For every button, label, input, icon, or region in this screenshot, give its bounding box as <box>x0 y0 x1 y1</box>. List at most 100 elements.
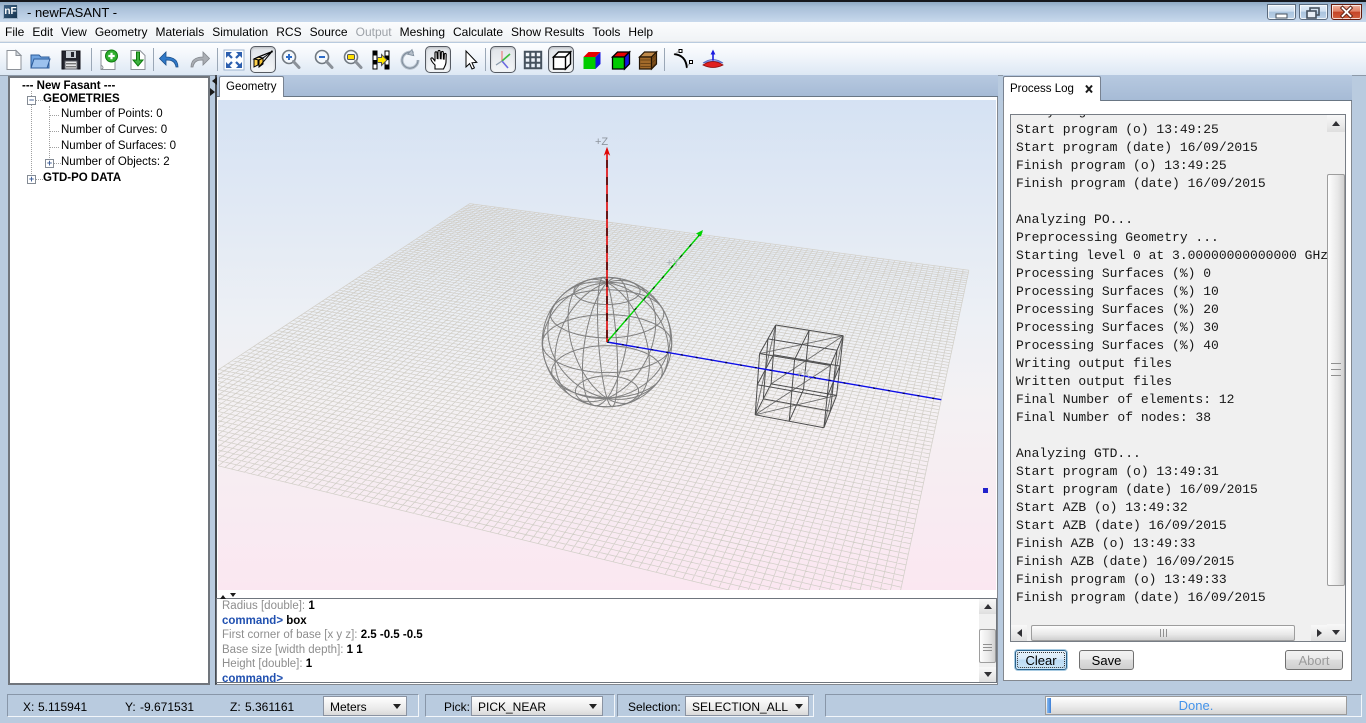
pan-button[interactable] <box>425 46 451 73</box>
tree-item[interactable]: GEOMETRIES <box>43 93 120 105</box>
menu-item-output[interactable]: Output <box>352 23 396 41</box>
console-value: 1 <box>306 658 312 670</box>
log-hscrollbar-thumb[interactable] <box>1031 625 1295 641</box>
tree-expander-expand[interactable]: + <box>27 175 36 184</box>
tree-expander-collapse[interactable]: − <box>27 96 36 105</box>
textured-cube-icon <box>635 48 659 72</box>
menu-item-geometry[interactable]: Geometry <box>91 23 152 41</box>
surface-normal-button[interactable] <box>700 46 726 73</box>
fit-view-button[interactable] <box>221 46 247 73</box>
perspective-view-icon <box>251 48 275 72</box>
menu-item-edit[interactable]: Edit <box>28 23 57 41</box>
minimize-icon <box>1268 5 1295 19</box>
redo-button[interactable] <box>186 46 212 73</box>
new-document-button[interactable] <box>1 46 27 73</box>
axes-button[interactable] <box>490 46 516 73</box>
window-title: - newFASANT - <box>27 5 117 20</box>
console-prompt-label: Base size [width depth]: <box>222 644 347 656</box>
restore-button[interactable] <box>1299 4 1328 20</box>
undo-button[interactable] <box>157 46 183 73</box>
scrollbar-arrow-up-icon <box>1332 121 1340 126</box>
perspective-view-button[interactable] <box>250 46 276 73</box>
command-console[interactable]: Radius [double]: 1command> boxFirst corn… <box>216 598 997 683</box>
zoom-out-icon <box>312 48 336 72</box>
console-scrollbar-thumb[interactable] <box>979 629 996 663</box>
log-scroll-right-button[interactable] <box>1311 625 1327 641</box>
menu-item-materials[interactable]: Materials <box>152 23 209 41</box>
abort-button[interactable]: Abort <box>1285 650 1343 670</box>
console-scroll-up-button[interactable] <box>979 599 996 614</box>
curve-button[interactable] <box>669 46 695 73</box>
redo-icon <box>187 48 211 72</box>
units-combobox[interactable]: Meters <box>323 696 407 716</box>
console-prompt-label: Height [double]: <box>222 658 306 670</box>
grid-icon <box>521 48 545 72</box>
menu-item-show-results[interactable]: Show Results <box>507 23 588 41</box>
toolbar-separator <box>664 48 665 71</box>
axis-label-z: +Z <box>595 136 608 148</box>
tree-item[interactable]: GTD-PO DATA <box>43 172 121 184</box>
console-splitter-up-icon[interactable] <box>220 592 226 599</box>
tree-expander-expand[interactable]: + <box>45 159 54 168</box>
tab-process-log[interactable]: Process Log <box>1003 76 1101 101</box>
log-vscrollbar-thumb[interactable] <box>1327 174 1345 586</box>
log-scroll-left-button[interactable] <box>1011 625 1027 641</box>
add-geometry-button[interactable] <box>95 46 121 73</box>
menu-item-file[interactable]: File <box>1 23 28 41</box>
zoom-in-button[interactable] <box>278 46 304 73</box>
wireframe-cube-button[interactable] <box>548 46 574 73</box>
project-tree-panel: --- New Fasant --- −GEOMETRIESNumber of … <box>8 76 210 685</box>
tab-close-icon[interactable] <box>1084 84 1094 94</box>
zoom-window-button[interactable] <box>340 46 366 73</box>
console-scroll-down-button[interactable] <box>979 667 996 682</box>
shaded-cube-button[interactable] <box>578 46 604 73</box>
process-log-output[interactable]: Analyzing Currents... Start program (o) … <box>1010 114 1346 642</box>
minimize-button[interactable] <box>1267 4 1296 20</box>
menu-item-help[interactable]: Help <box>624 23 657 41</box>
splitter-expand-right-icon[interactable] <box>210 88 219 96</box>
shaded-cube-icon <box>579 48 603 72</box>
splitter-collapse-left-icon[interactable] <box>208 77 217 85</box>
scrollbar-arrow-up-icon <box>984 604 992 609</box>
toolbar-separator <box>153 48 154 71</box>
tree-item[interactable]: Number of Objects: 2 <box>61 156 170 168</box>
open-project-button[interactable] <box>27 46 53 73</box>
scrollbar-arrow-left-icon <box>1017 629 1022 637</box>
shaded-edges-cube-button[interactable] <box>607 46 633 73</box>
title-bar: nF - newFASANT - <box>0 0 1366 22</box>
import-geometry-button[interactable] <box>125 46 151 73</box>
save-button[interactable] <box>58 46 84 73</box>
menu-item-rcs[interactable]: RCS <box>272 23 305 41</box>
menu-item-source[interactable]: Source <box>306 23 352 41</box>
tab-process-log-label: Process Log <box>1010 83 1074 95</box>
menu-item-calculate[interactable]: Calculate <box>449 23 507 41</box>
menu-item-simulation[interactable]: Simulation <box>208 23 272 41</box>
pick-combobox[interactable]: PICK_NEAR <box>471 696 603 716</box>
fit-selection-button[interactable] <box>368 46 394 73</box>
menu-item-meshing[interactable]: Meshing <box>396 23 449 41</box>
grid-button[interactable] <box>520 46 546 73</box>
textured-cube-button[interactable] <box>634 46 660 73</box>
console-splitter-down-icon[interactable] <box>230 593 236 600</box>
selection-combobox[interactable]: SELECTION_ALL <box>685 696 809 716</box>
log-scroll-down-button[interactable] <box>1327 624 1345 641</box>
tree-connector <box>49 131 59 132</box>
tree-item[interactable]: Number of Points: 0 <box>61 108 163 120</box>
tree-item[interactable]: Number of Curves: 0 <box>61 124 167 136</box>
3d-viewport[interactable]: +Z+Y+X <box>218 100 996 590</box>
zoom-out-button[interactable] <box>311 46 337 73</box>
select-cursor-button[interactable] <box>456 46 482 73</box>
tree-item[interactable]: Number of Surfaces: 0 <box>61 140 176 152</box>
rotate-view-button[interactable] <box>397 46 423 73</box>
process-log-text: Analyzing Currents... Start program (o) … <box>1016 114 1328 607</box>
menu-item-tools[interactable]: Tools <box>588 23 624 41</box>
coord-z-label: Z: <box>230 700 241 714</box>
units-value: Meters <box>330 700 367 714</box>
toolbar-separator <box>217 48 218 71</box>
log-scroll-up-button[interactable] <box>1327 115 1345 132</box>
save-button[interactable]: Save <box>1079 650 1134 670</box>
tab-geometry[interactable]: Geometry <box>219 76 284 97</box>
clear-button[interactable]: Clear <box>1015 650 1067 670</box>
menu-item-view[interactable]: View <box>57 23 91 41</box>
close-button[interactable] <box>1331 4 1362 20</box>
